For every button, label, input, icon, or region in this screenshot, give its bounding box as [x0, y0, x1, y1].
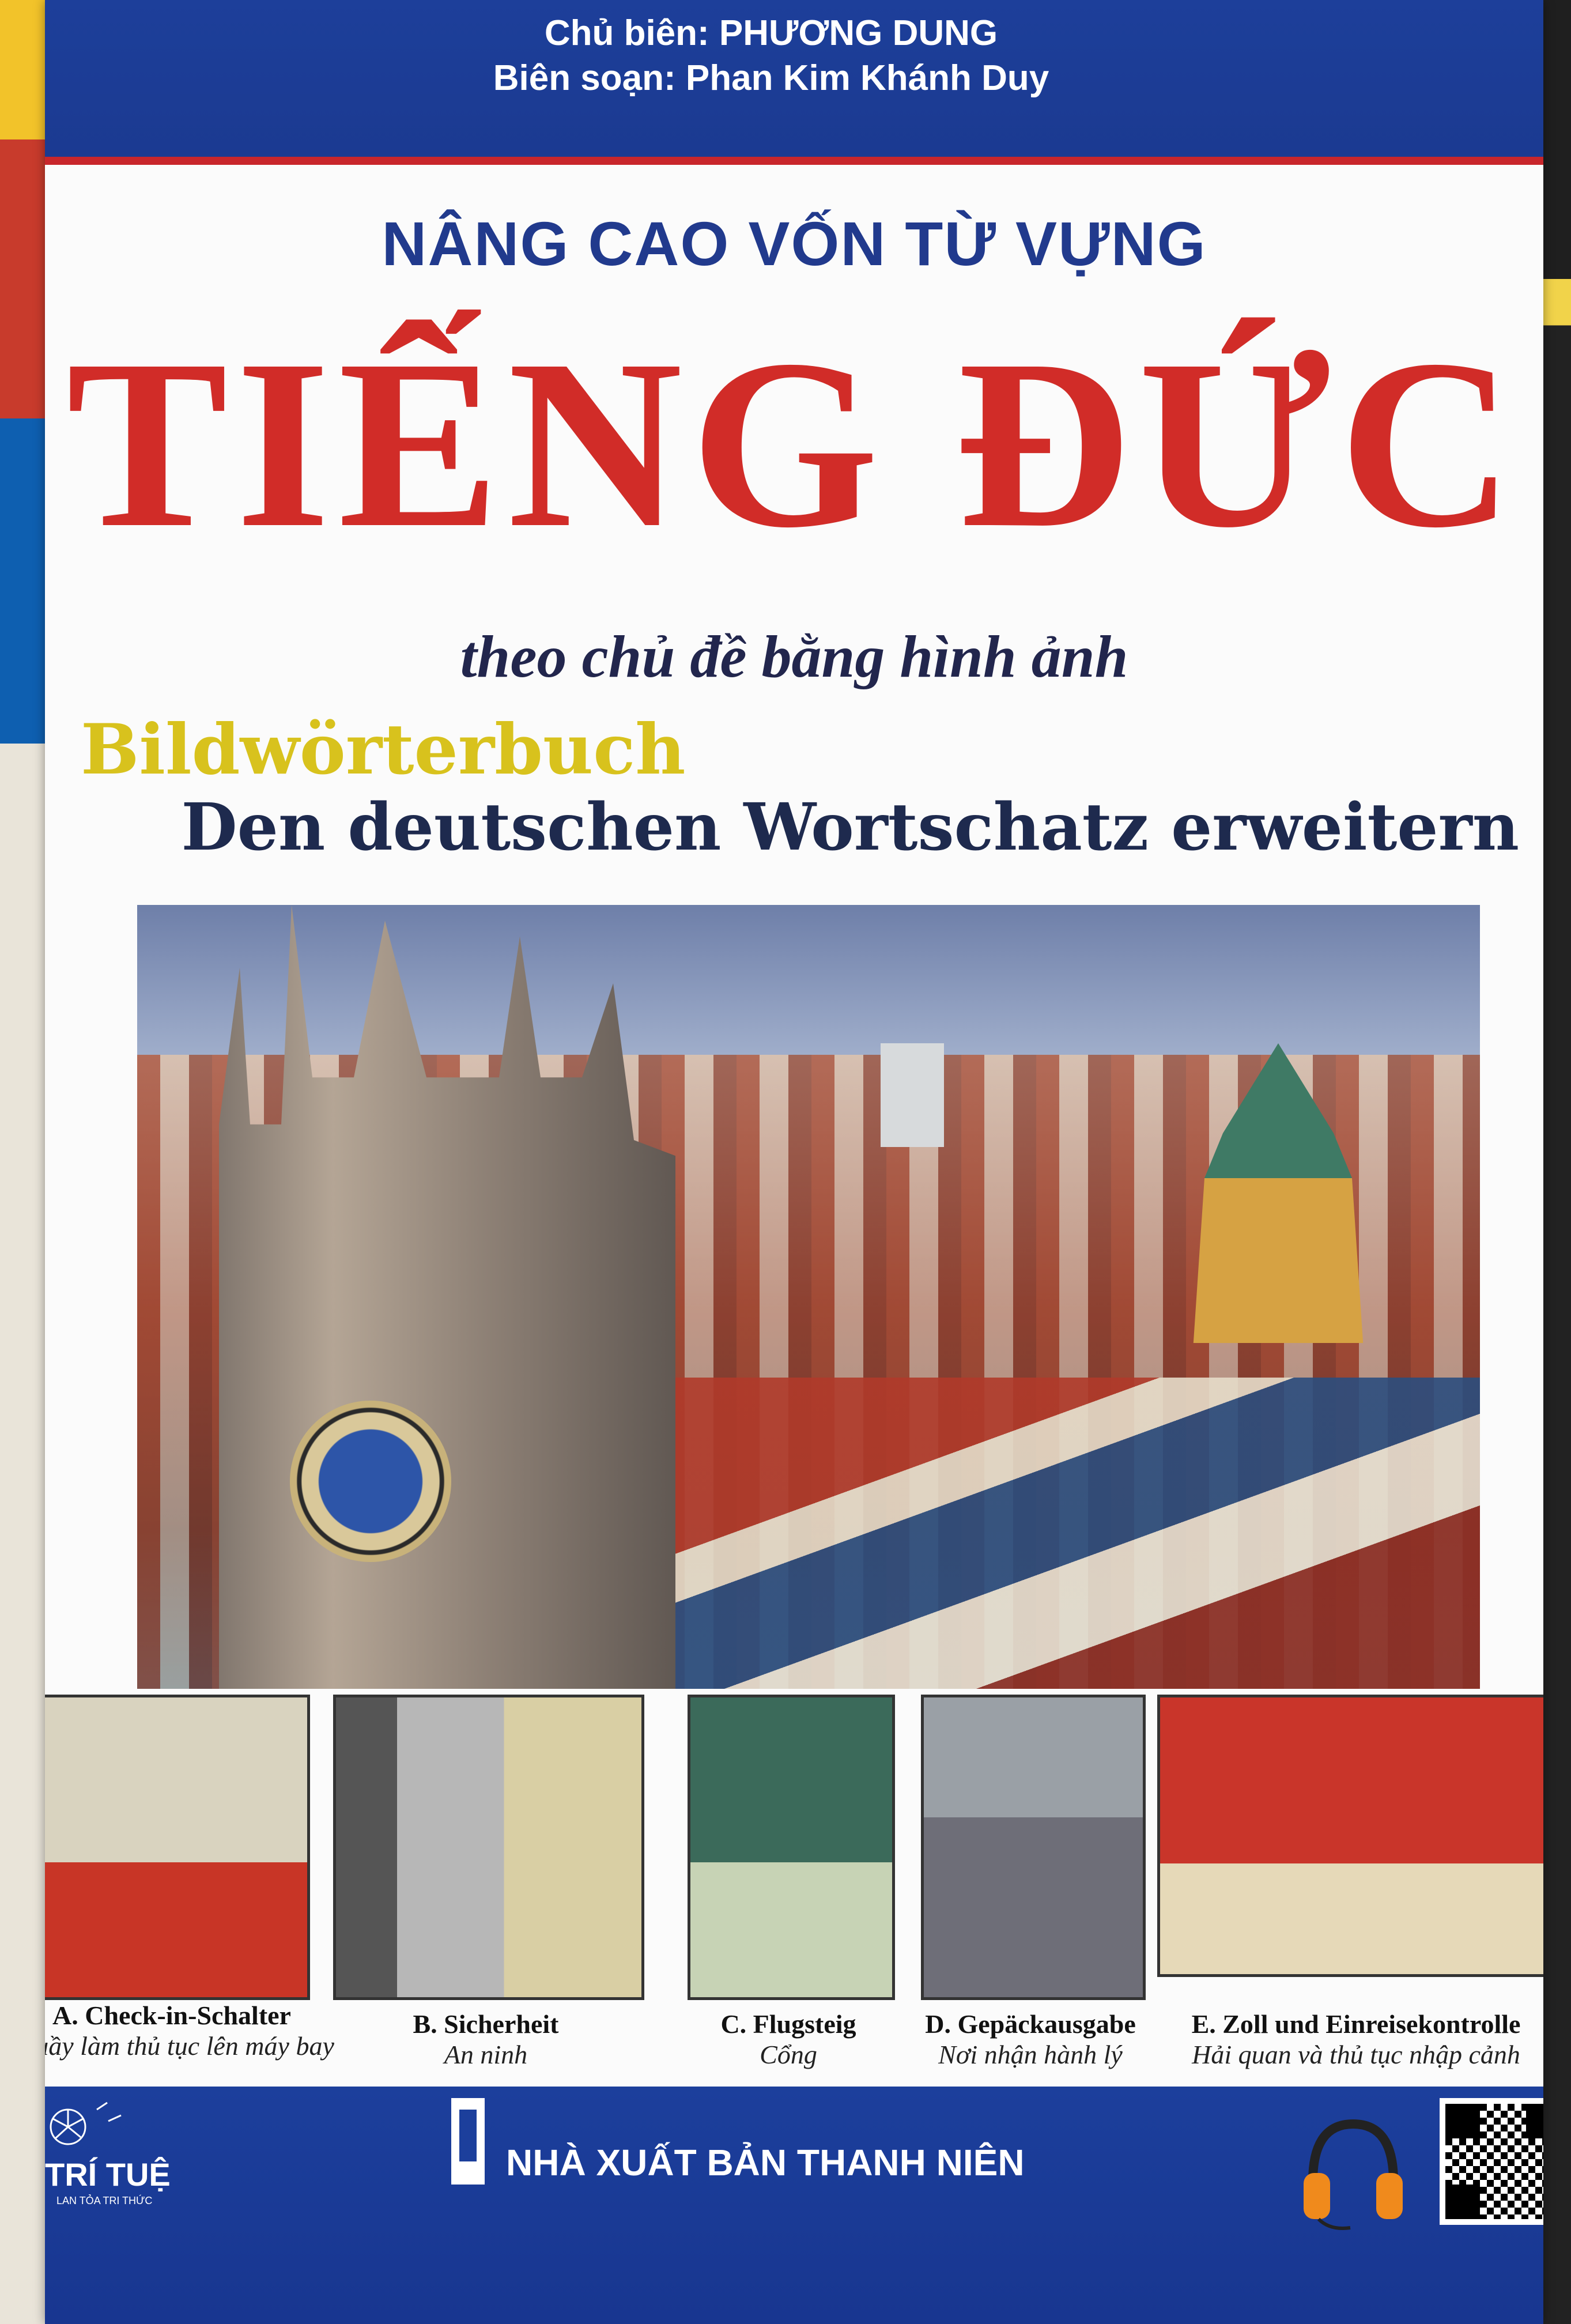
- thumbnail-strip: A. Check-in-Schalter Quầy làm thủ tục lê…: [45, 1695, 1543, 2110]
- caption-security: B. Sicherheit An ninh: [413, 2009, 559, 2069]
- subtitle-vietnamese: NÂNG CAO VỐN TỪ VỰNG: [382, 209, 1207, 278]
- thumbnail-check-in: [45, 1695, 310, 2000]
- photo-clock-face: [290, 1401, 451, 1562]
- german-subtitle: Den deutschen Wortschatz erweitern: [181, 790, 1519, 865]
- brand-tagline: LAN TỎA TRI THỨC: [56, 2195, 153, 2206]
- photo-highrise: [881, 1043, 944, 1147]
- caption-check-in: A. Check-in-Schalter Quầy làm thủ tục lê…: [45, 2001, 334, 2061]
- munich-city-photo: [137, 905, 1480, 1689]
- illustration-baggage-claim: [924, 1697, 1143, 1997]
- illustration-security: [336, 1697, 641, 1997]
- background-book-left: [0, 0, 52, 2324]
- caption-gate: C. Flugsteig Cổng: [720, 2009, 856, 2069]
- dandelion-logo-icon: [50, 2102, 122, 2145]
- publisher-logo-icon: [451, 2098, 485, 2185]
- illustration-check-in: [45, 1697, 307, 1997]
- bildworterbuch-label: Bildwörterbuch: [81, 709, 686, 790]
- photo-sky: [137, 905, 1480, 1066]
- tagline: theo chủ đề bằng hình ảnh: [460, 624, 1128, 690]
- book-title: TIẾNG ĐỨC: [66, 310, 1522, 578]
- brand-name: TRÍ TUỆ: [45, 2156, 171, 2193]
- book-cover: Chủ biên: PHƯƠNG DUNG Biên soạn: Phan Ki…: [45, 0, 1543, 2324]
- thumbnail-security: [333, 1695, 644, 2000]
- tri-tue-logo: TRÍ TUỆ LAN TỎA TRI THỨC: [45, 2092, 218, 2242]
- thumbnail-customs: [1157, 1695, 1543, 1977]
- caption-customs: E. Zoll und Einreisekontrolle Hải quan v…: [1191, 2009, 1521, 2069]
- compiler: Biên soạn: Phan Kim Khánh Duy: [493, 58, 1049, 98]
- illustration-gate: [690, 1697, 892, 1997]
- chief-editor: Chủ biên: PHƯƠNG DUNG: [544, 13, 998, 53]
- caption-baggage-claim: D. Gepäckausgabe Nơi nhận hành lý: [925, 2009, 1136, 2069]
- top-band: Chủ biên: PHƯƠNG DUNG Biên soạn: Phan Ki…: [45, 0, 1543, 165]
- headphones-icon: [1304, 2119, 1403, 2230]
- photo-foreground-roofs: [656, 1378, 1480, 1689]
- thumbnail-gate: [688, 1695, 895, 2000]
- publisher-name: NHÀ XUẤT BẢN THANH NIÊN: [506, 2142, 1025, 2183]
- qr-code-icon: [1440, 2098, 1543, 2225]
- illustration-customs: [1160, 1697, 1543, 1974]
- thumbnail-baggage-claim: [921, 1695, 1146, 2000]
